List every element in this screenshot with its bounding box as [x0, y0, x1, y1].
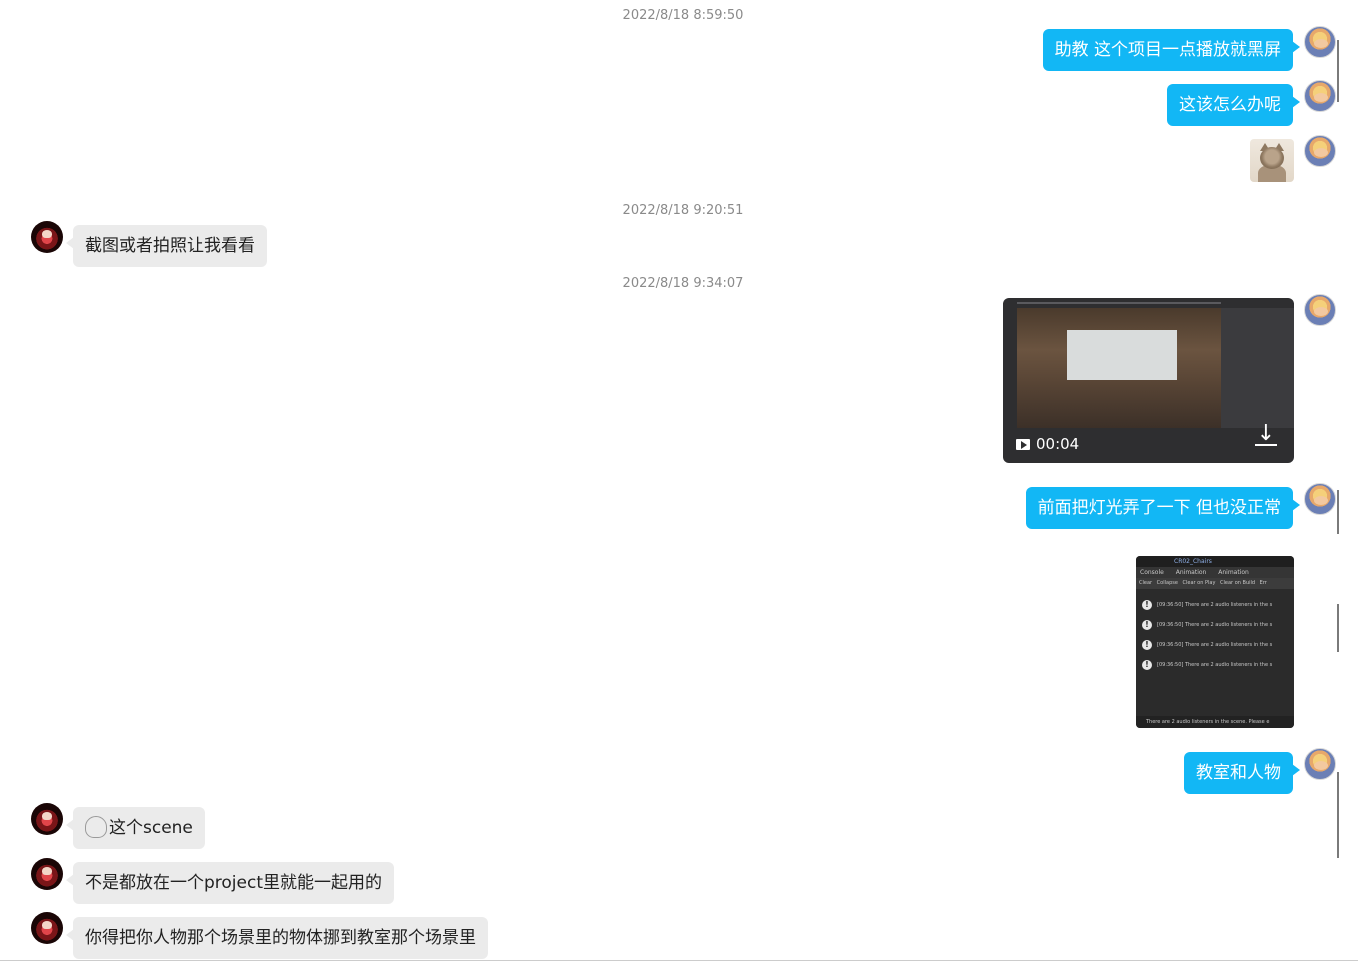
message-bubble[interactable]: 这该怎么办呢: [1167, 84, 1300, 126]
message-bubble[interactable]: 你得把你人物那个场景里的物体挪到教室那个场景里: [66, 917, 488, 959]
warning-icon: !: [1142, 640, 1152, 650]
avatar[interactable]: [31, 912, 63, 944]
scrollbar[interactable]: [1337, 490, 1339, 534]
play-icon[interactable]: [1016, 439, 1030, 450]
message-bubble[interactable]: 这个scene: [66, 807, 205, 849]
timestamp: 2022/8/18 9:34:07: [622, 276, 744, 291]
message-bubble[interactable]: 截图或者拍照让我看看: [66, 225, 267, 267]
avatar[interactable]: [1304, 80, 1336, 112]
timestamp: 2022/8/18 9:20:51: [622, 203, 744, 218]
video-thumbnail: [1017, 308, 1221, 428]
cat-image[interactable]: [1250, 139, 1294, 182]
scrollbar[interactable]: [1337, 772, 1339, 858]
screenshot-header: CR02_Chairs: [1136, 556, 1294, 567]
timestamp: 2022/8/18 8:59:50: [622, 8, 744, 23]
screenshot-tab: Animation: [1218, 569, 1249, 576]
screenshot-log-row: ! [09:36:50] There are 2 audio listeners…: [1136, 638, 1294, 656]
screenshot-image[interactable]: CR02_Chairs Console Animation Animation …: [1136, 556, 1294, 728]
screenshot-log-row: ! [09:36:50] There are 2 audio listeners…: [1136, 598, 1294, 616]
screenshot-toolbar: Clear Collapse Clear on Play Clear on Bu…: [1136, 578, 1294, 589]
avatar[interactable]: [1304, 294, 1336, 326]
screenshot-tool: Collapse: [1156, 580, 1178, 586]
screenshot-tool: Clear: [1139, 580, 1153, 586]
ghost-emoji-icon: [85, 816, 107, 838]
screenshot-log-row: ! [09:36:50] There are 2 audio listeners…: [1136, 658, 1294, 676]
avatar[interactable]: [31, 858, 63, 890]
message-bubble[interactable]: 前面把灯光弄了一下 但也没正常: [1025, 487, 1301, 529]
screenshot-tab: Console: [1140, 569, 1164, 576]
message-text: 这个scene: [109, 818, 193, 838]
screenshot-tool: Err: [1259, 580, 1267, 586]
screenshot-tab: Animation: [1175, 569, 1207, 576]
avatar[interactable]: [1304, 483, 1336, 515]
screenshot-footer: There are 2 audio listeners in the scene…: [1136, 716, 1294, 728]
video-inspector-panel: [1221, 308, 1294, 428]
video-duration: 00:04: [1036, 435, 1080, 453]
warning-icon: !: [1142, 660, 1152, 670]
warning-icon: !: [1142, 620, 1152, 630]
download-icon[interactable]: ↓: [1255, 422, 1277, 446]
scrollbar[interactable]: [1337, 40, 1339, 102]
avatar[interactable]: [1304, 748, 1336, 780]
screenshot-log-row: ! [09:36:50] There are 2 audio listeners…: [1136, 618, 1294, 636]
screenshot-tabs: Console Animation Animation: [1136, 567, 1294, 578]
avatar[interactable]: [31, 803, 63, 835]
avatar[interactable]: [1304, 26, 1336, 58]
message-bubble[interactable]: 不是都放在一个project里就能一起用的: [65, 862, 395, 904]
avatar[interactable]: [1304, 135, 1336, 167]
message-bubble[interactable]: 教室和人物: [1184, 752, 1300, 794]
screenshot-tool: Clear on Build: [1220, 580, 1256, 586]
screenshot-tool: Clear on Play: [1182, 580, 1216, 586]
message-bubble[interactable]: 助教 这个项目一点播放就黑屏: [1042, 29, 1301, 71]
video-message[interactable]: 00:04 ↓: [1003, 298, 1294, 463]
avatar[interactable]: [31, 221, 63, 253]
scrollbar[interactable]: [1337, 604, 1339, 652]
divider: [0, 960, 1358, 961]
warning-icon: !: [1142, 600, 1152, 610]
